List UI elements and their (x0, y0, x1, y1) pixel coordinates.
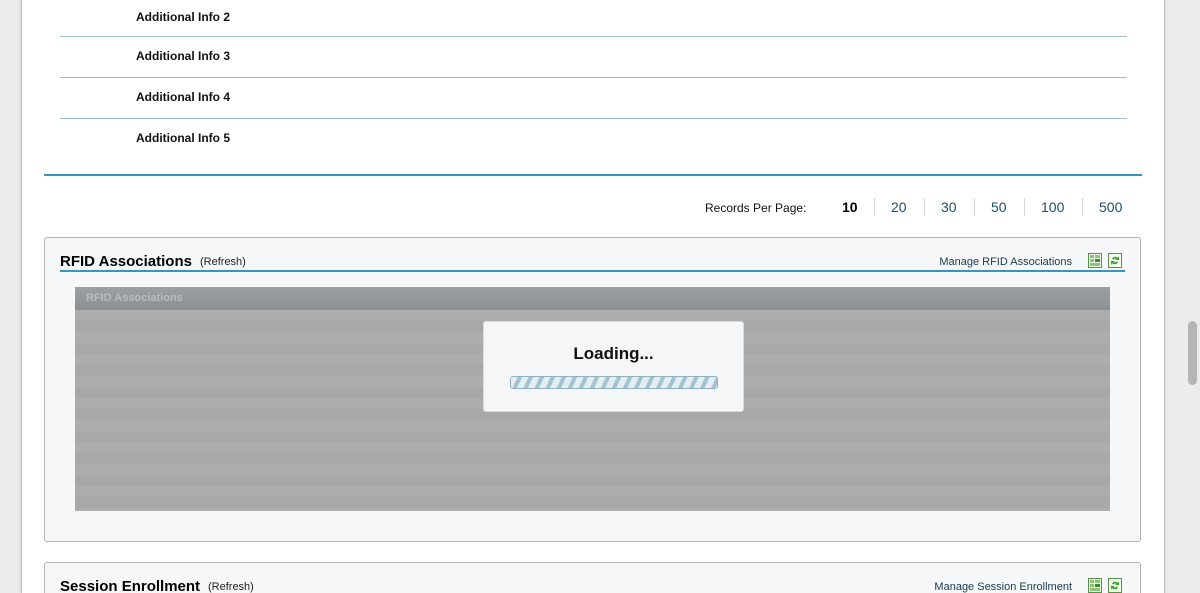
additional-info-row: Additional Info 2 (60, 0, 1127, 37)
export-excel-icon[interactable] (1088, 578, 1102, 593)
rfid-associations-grid: RFID Associations Loading... (75, 287, 1110, 511)
records-per-page-label: Records Per Page: (705, 201, 807, 215)
rpp-option-10[interactable]: 10 (842, 199, 858, 215)
page-scrollbar-thumb[interactable] (1188, 321, 1197, 385)
rpp-option-20[interactable]: 20 (891, 199, 907, 215)
additional-info-label: Additional Info 4 (136, 90, 230, 104)
refresh-icon[interactable] (1108, 578, 1122, 593)
additional-info-label: Additional Info 5 (136, 131, 230, 145)
grid-header: RFID Associations (75, 287, 1110, 310)
records-per-page: Records Per Page: 10 20 30 50 100 500 (22, 196, 1142, 220)
rpp-option-100[interactable]: 100 (1041, 199, 1064, 215)
rpp-separator (1024, 198, 1025, 216)
additional-info-row: Additional Info 3 (60, 37, 1127, 78)
loading-dialog: Loading... (483, 321, 744, 412)
grid-header-title: RFID Associations (86, 292, 183, 304)
refresh-link[interactable]: (Refresh) (208, 581, 254, 593)
additional-info-row: Additional Info 4 (60, 78, 1127, 119)
rpp-separator (874, 198, 875, 216)
rpp-option-30[interactable]: 30 (941, 199, 957, 215)
session-enrollment-panel: Session Enrollment (Refresh) Manage Sess… (44, 562, 1141, 593)
rpp-separator (1082, 198, 1083, 216)
panel-header: Session Enrollment (Refresh) Manage Sess… (60, 575, 1125, 593)
page-content: Additional Info 2 Additional Info 3 Addi… (21, 0, 1165, 593)
loading-progress-bar (510, 376, 718, 389)
additional-info-row: Additional Info 5 (60, 119, 1127, 160)
additional-info-label: Additional Info 3 (136, 49, 230, 63)
export-excel-icon[interactable] (1088, 253, 1102, 268)
rpp-separator (974, 198, 975, 216)
panel-header: RFID Associations (Refresh) Manage RFID … (60, 250, 1125, 272)
panel-title: RFID Associations (60, 253, 192, 270)
rpp-separator (924, 198, 925, 216)
refresh-icon[interactable] (1108, 253, 1122, 268)
additional-info-label: Additional Info 2 (136, 10, 230, 24)
rpp-option-500[interactable]: 500 (1099, 199, 1122, 215)
rpp-option-50[interactable]: 50 (991, 199, 1007, 215)
manage-session-enrollment-link[interactable]: Manage Session Enrollment (934, 581, 1072, 593)
rfid-associations-panel: RFID Associations (Refresh) Manage RFID … (44, 237, 1141, 542)
manage-rfid-associations-link[interactable]: Manage RFID Associations (939, 256, 1072, 268)
section-divider (44, 174, 1142, 176)
refresh-link[interactable]: (Refresh) (200, 256, 246, 268)
panel-title: Session Enrollment (60, 578, 201, 593)
loading-text: Loading... (573, 344, 654, 363)
